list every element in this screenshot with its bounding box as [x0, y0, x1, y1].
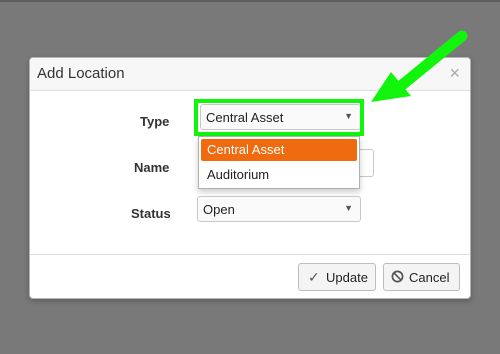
type-select-value: Central Asset: [206, 110, 284, 125]
dialog-title: Add Location: [37, 65, 125, 82]
type-select[interactable]: Central Asset ▼: [200, 104, 361, 130]
update-button-label: Update: [326, 270, 368, 285]
cancel-button[interactable]: Cancel: [383, 263, 460, 291]
type-dropdown-menu: Central Asset Auditorium: [198, 136, 360, 189]
close-icon[interactable]: ×: [449, 63, 460, 83]
update-button[interactable]: ✓ Update: [298, 263, 376, 291]
caret-down-icon: ▼: [344, 111, 353, 121]
name-label: Name: [134, 160, 170, 175]
dropdown-option-label: Auditorium: [207, 167, 270, 182]
status-select[interactable]: Open ▼: [197, 196, 361, 222]
check-icon: ✓: [308, 269, 320, 285]
dropdown-option-auditorium[interactable]: Auditorium: [201, 164, 357, 186]
ban-icon: [391, 270, 404, 283]
caret-down-icon: ▼: [344, 203, 353, 213]
dialog-header: Add Location ×: [30, 58, 470, 91]
status-label: Status: [131, 206, 171, 221]
footer-divider: [30, 254, 470, 255]
type-label: Type: [140, 114, 170, 129]
cancel-button-label: Cancel: [409, 270, 450, 285]
backdrop-top-edge: [0, 0, 500, 2]
dropdown-option-central-asset[interactable]: Central Asset: [201, 139, 357, 161]
dropdown-option-label: Central Asset: [207, 142, 285, 157]
status-select-value: Open: [203, 202, 235, 217]
